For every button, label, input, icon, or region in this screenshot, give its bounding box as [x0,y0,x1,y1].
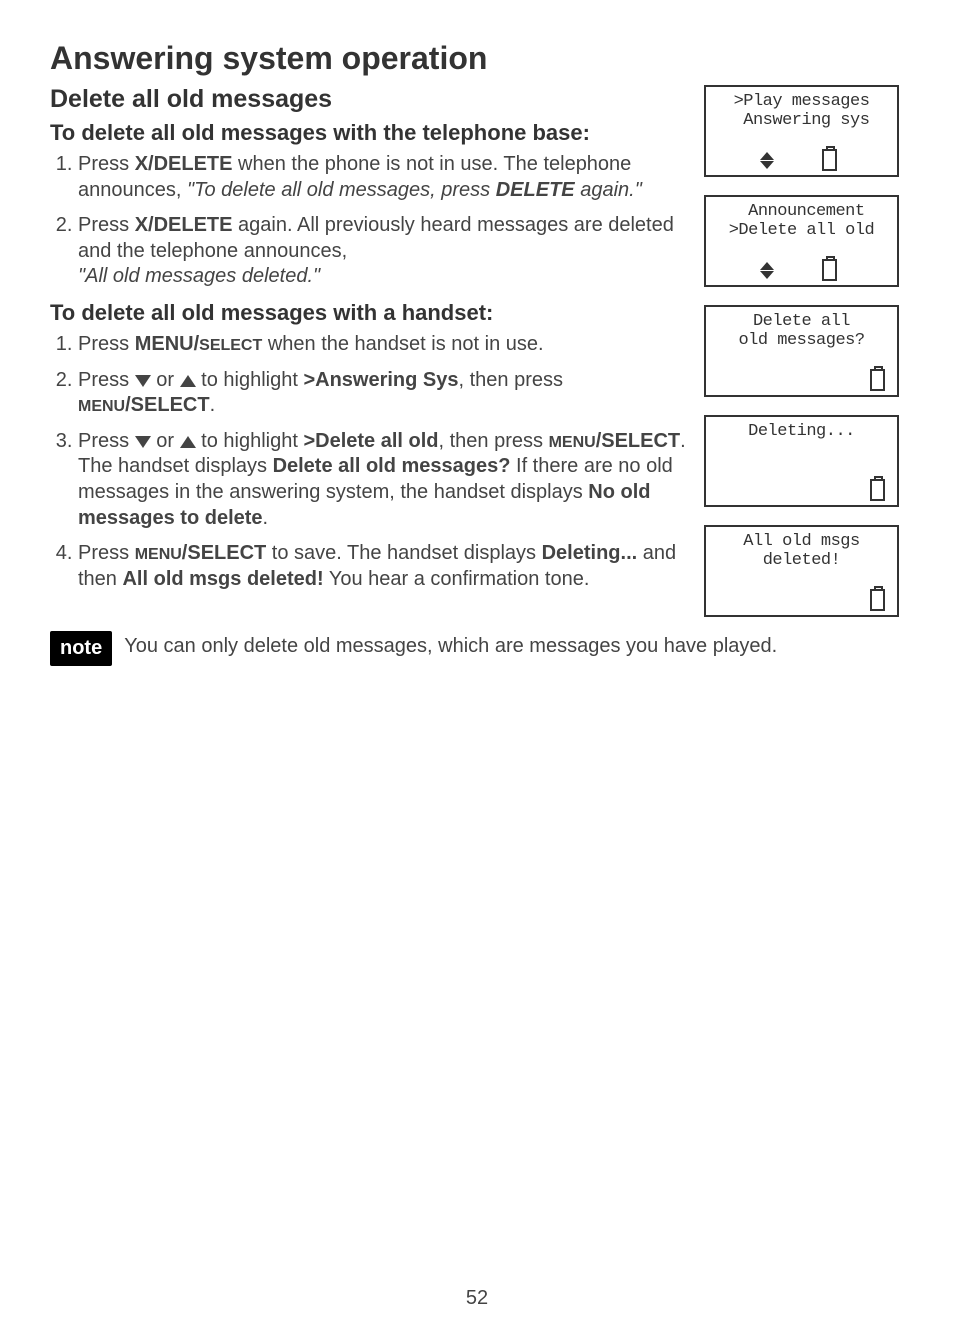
key-name: SELECT [199,337,262,354]
text: . [210,394,216,416]
up-arrow-icon [180,375,196,387]
list-item: Press X/DELETE when the phone is not in … [78,152,686,203]
page-number: 52 [0,1287,954,1310]
list-item: Press MENU/SELECT when the handset is no… [78,332,686,358]
battery-icon [822,149,837,171]
screen-line: All old msgs [710,533,893,552]
text: Press [78,333,135,355]
down-arrow-icon [135,436,151,448]
handset-screen: Deleting... [704,415,899,507]
key-name: /SELECT [182,542,266,564]
list-item: Press X/DELETE again. All previously hea… [78,213,686,290]
key-name: MENU [549,434,596,451]
text: Press [78,430,135,452]
battery-icon [822,259,837,281]
quote: "All old messages deleted." [78,265,320,287]
key-name: MENU/ [135,333,199,355]
menu-option: >Delete all old [303,430,438,452]
page-title: Answering system operation [50,40,904,77]
text: Press [78,153,135,175]
key-name: X/DELETE [135,153,233,175]
screen-line: Deleting... [710,423,893,442]
screen-line: >Play messages [710,93,893,112]
text: , then press [459,369,564,391]
battery-icon [870,479,885,501]
text: to save. The handset displays [266,542,541,564]
text: , then press [439,430,549,452]
section-heading: Delete all old messages [50,85,686,114]
screen-line: old messages? [710,332,893,351]
up-down-icon [760,262,774,279]
list-item: Press or to highlight >Answering Sys, th… [78,368,686,419]
main-column: Delete all old messages To delete all ol… [50,85,686,617]
screen-line: Answering sys [710,112,893,131]
note-text: You can only delete old messages, which … [124,631,777,658]
screen-line: >Delete all old [710,222,893,241]
key-name: MENU [135,546,182,563]
subheading-base: To delete all old messages with the tele… [50,120,686,146]
subheading-handset: To delete all old messages with a handse… [50,300,686,326]
menu-option: >Answering Sys [303,369,458,391]
text: or [151,430,180,452]
display-text: All old msgs deleted! [122,568,323,590]
text: Press [78,542,135,564]
key-name: MENU [78,398,125,415]
up-down-icon [760,152,774,169]
key-name: /SELECT [596,430,680,452]
handset-steps-list: Press MENU/SELECT when the handset is no… [50,332,686,592]
handset-screen: Delete all old messages? [704,305,899,397]
down-arrow-icon [135,375,151,387]
note-row: note You can only delete old messages, w… [50,631,904,666]
battery-icon [870,369,885,391]
handset-screen: All old msgs deleted! [704,525,899,617]
key-name: DELETE [496,179,575,201]
quote: "To delete all old messages, press [187,179,496,201]
text: to highlight [196,369,304,391]
note-badge: note [50,631,112,666]
battery-icon [870,589,885,611]
key-name: X/DELETE [135,214,233,236]
text: or [151,369,180,391]
screen-line: Delete all [710,313,893,332]
screen-line: Announcement [710,203,893,222]
text: to highlight [196,430,304,452]
list-item: Press or to highlight >Delete all old, t… [78,429,686,531]
display-text: Deleting... [542,542,638,564]
screen-column: >Play messages Answering sys Announcemen… [704,85,904,617]
list-item: Press MENU/SELECT to save. The handset d… [78,541,686,592]
screen-line: deleted! [710,552,893,571]
handset-screen: Announcement >Delete all old [704,195,899,287]
quote: again." [575,179,642,201]
text: . [263,507,269,529]
text: Press [78,369,135,391]
text: You hear a confirmation tone. [324,568,590,590]
display-text: Delete all old messages? [273,455,511,477]
up-arrow-icon [180,436,196,448]
base-steps-list: Press X/DELETE when the phone is not in … [50,152,686,290]
text: when the handset is not in use. [262,333,543,355]
handset-screen: >Play messages Answering sys [704,85,899,177]
key-name: /SELECT [125,394,209,416]
text: Press [78,214,135,236]
